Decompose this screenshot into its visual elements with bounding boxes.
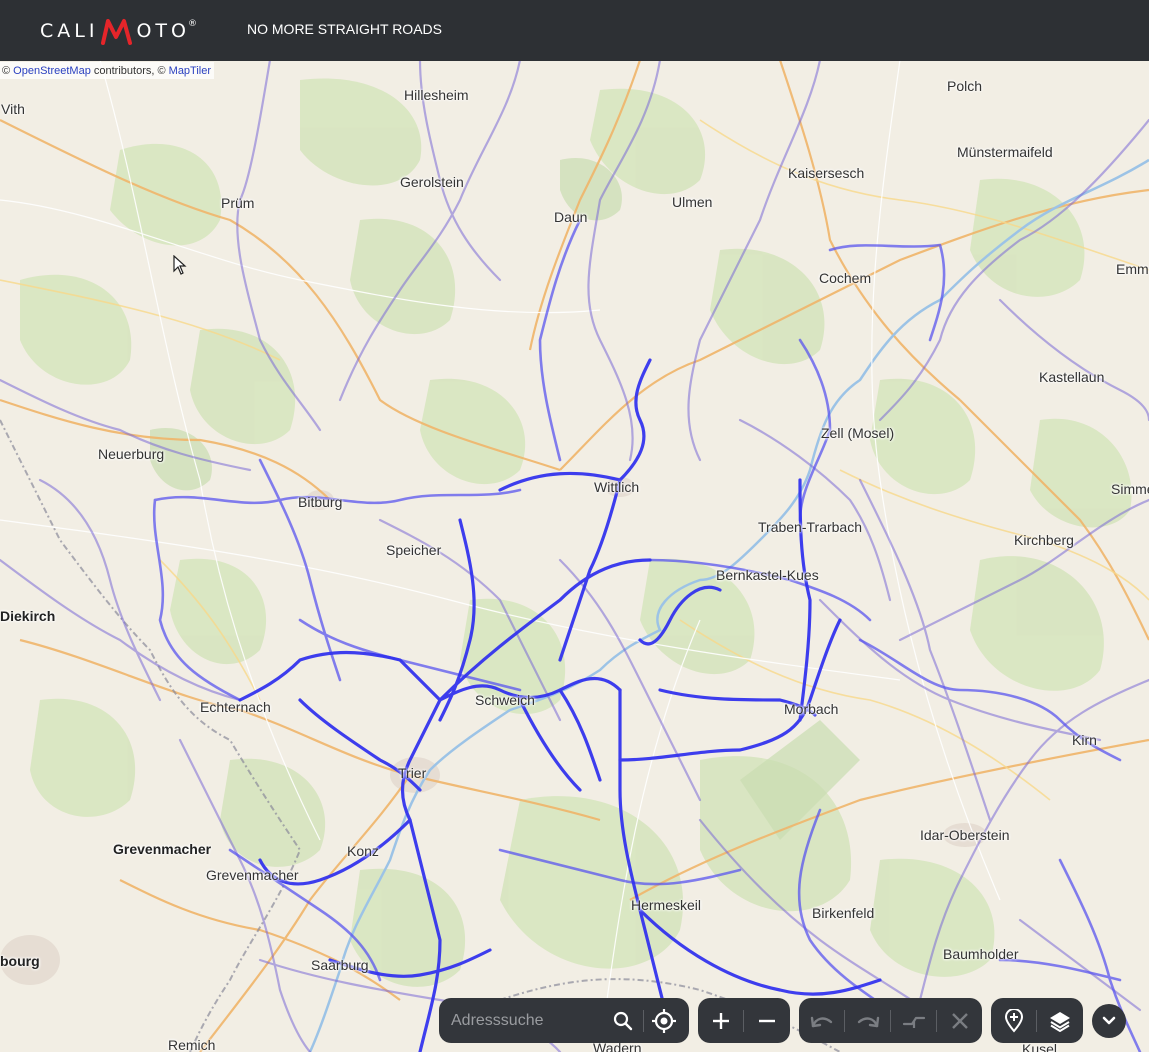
clear-route-button[interactable] xyxy=(937,998,982,1043)
expand-menu-button[interactable] xyxy=(1092,1004,1126,1038)
place-label: Gerolstein xyxy=(400,174,464,190)
layers-button[interactable] xyxy=(1037,998,1082,1043)
place-label: Emm xyxy=(1116,261,1149,277)
chevron-down-icon xyxy=(1102,1016,1116,1025)
search-button[interactable] xyxy=(603,998,643,1043)
map-canvas[interactable]: Vith Hillesheim Polch Münstermaifeld Ger… xyxy=(0,61,1149,1052)
place-label: Speicher xyxy=(386,542,442,558)
place-label: Trier xyxy=(398,765,427,781)
split-route-button[interactable] xyxy=(891,998,936,1043)
place-label: Wittlich xyxy=(594,479,640,495)
place-label: Diekirch xyxy=(0,608,56,624)
place-label: Saarburg xyxy=(311,957,369,973)
place-label: Grevenmacher xyxy=(206,867,299,883)
place-label: Hermeskeil xyxy=(631,897,702,913)
place-label: Remich xyxy=(168,1037,216,1052)
redo-icon xyxy=(857,1016,879,1027)
calimoto-logo[interactable]: CALI OTO ® xyxy=(40,16,197,46)
tagline: NO MORE STRAIGHT ROADS xyxy=(247,21,442,37)
logo-text-left: CALI xyxy=(40,20,99,42)
place-label: Simme xyxy=(1111,481,1149,497)
place-label: Bernkastel-Kues xyxy=(716,567,819,583)
openstreetmap-link[interactable]: OpenStreetMap xyxy=(13,65,91,77)
place-label: Kastellaun xyxy=(1039,369,1105,385)
attribution-prefix: © xyxy=(2,65,11,77)
place-label: Polch xyxy=(947,78,983,94)
place-label: Neuerburg xyxy=(98,446,165,462)
layers-icon xyxy=(1049,1011,1070,1032)
search-bar xyxy=(439,998,689,1043)
search-icon xyxy=(613,1011,633,1030)
place-label: Münstermaifeld xyxy=(957,144,1053,160)
place-label: Daun xyxy=(554,209,588,225)
place-label: Konz xyxy=(347,843,379,859)
place-label: Idar-Oberstein xyxy=(920,827,1010,843)
zoom-in-button[interactable] xyxy=(698,998,743,1043)
address-search-input[interactable] xyxy=(449,1010,603,1031)
zoom-out-button[interactable] xyxy=(744,998,789,1043)
place-label: Echternach xyxy=(200,699,271,715)
add-waypoint-icon xyxy=(1004,1008,1023,1033)
place-label: Kirn xyxy=(1072,732,1097,748)
top-bar: CALI OTO ® NO MORE STRAIGHT ROADS xyxy=(0,0,1149,61)
place-label: Traben-Trarbach xyxy=(758,519,863,535)
mouse-cursor-icon xyxy=(173,254,187,280)
clear-route-icon xyxy=(951,1012,968,1029)
locate-button[interactable] xyxy=(644,998,684,1043)
logo-m-icon xyxy=(101,19,133,45)
logo-registered-mark: ® xyxy=(187,19,197,29)
logo-text-right: OTO xyxy=(136,20,190,42)
place-label: Morbach xyxy=(784,701,839,717)
place-label: Ulmen xyxy=(672,194,713,210)
place-label: Zell (Mosel) xyxy=(821,425,895,441)
place-label: Schweich xyxy=(475,692,535,708)
zoom-controls xyxy=(698,998,790,1043)
locate-icon xyxy=(652,1008,676,1033)
place-label: Baumholder xyxy=(943,946,1019,962)
attribution-middle: contributors, © xyxy=(93,65,166,77)
place-label: Hillesheim xyxy=(404,87,469,103)
place-label: Prüm xyxy=(221,195,255,211)
place-label: Birkenfeld xyxy=(812,905,875,921)
place-label: Kirchberg xyxy=(1014,532,1074,548)
map-tools xyxy=(991,998,1083,1043)
add-waypoint-button[interactable] xyxy=(991,998,1036,1043)
route-edit-controls xyxy=(799,998,982,1043)
place-label: Bitburg xyxy=(298,494,343,510)
zoom-in-icon xyxy=(712,1012,729,1029)
place-label: Grevenmacher xyxy=(113,841,212,857)
zoom-out-icon xyxy=(758,1019,775,1022)
undo-icon xyxy=(810,1016,832,1027)
place-label: Kaisersesch xyxy=(788,165,865,181)
maptiler-link[interactable]: MapTiler xyxy=(169,65,211,77)
map-attribution: © OpenStreetMap contributors, © MapTiler xyxy=(0,62,215,79)
place-label: Cochem xyxy=(819,270,872,286)
redo-button[interactable] xyxy=(845,998,890,1043)
split-route-icon xyxy=(902,1016,925,1028)
place-label: Vith xyxy=(1,101,25,117)
place-label: bourg xyxy=(0,953,40,969)
undo-button[interactable] xyxy=(799,998,844,1043)
